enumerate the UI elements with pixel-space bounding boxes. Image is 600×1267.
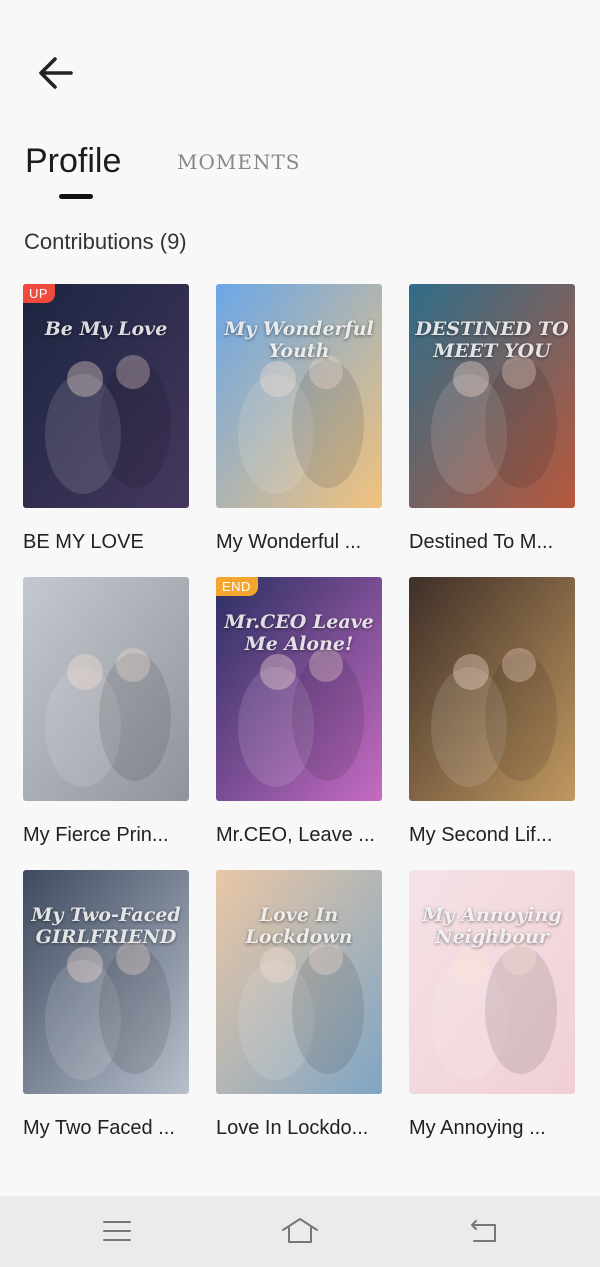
- cover-title-text: My Annoying Neighbour: [422, 904, 562, 948]
- cover-title-text: My Two-Faced GIRLFRIEND: [31, 904, 181, 948]
- active-tab-indicator: [59, 194, 93, 199]
- home-button[interactable]: [280, 1214, 320, 1248]
- book-title[interactable]: My Second Lif...: [409, 822, 577, 848]
- contributions-heading: Contributions (9): [24, 229, 187, 254]
- book-card[interactable]: Mr.CEO Leave Me Alone! END Mr.CEO, Leave .…: [216, 577, 384, 848]
- book-cover[interactable]: Love In Lockdown: [216, 870, 382, 1094]
- book-cover[interactable]: DESTINED TO MEET YOU: [409, 284, 575, 508]
- book-card[interactable]: My Wonderful Youth My Wonderful ...: [216, 284, 384, 555]
- book-card[interactable]: Love In Lockdown Love In Lockdo...: [216, 870, 384, 1141]
- book-card[interactable]: My Annoying Neighbour My Annoying ...: [409, 870, 577, 1141]
- book-title[interactable]: My Two Faced ...: [23, 1115, 191, 1141]
- book-cover[interactable]: My Annoying Neighbour: [409, 870, 575, 1094]
- book-cover[interactable]: [409, 577, 575, 801]
- cover-title-text: Be My Love: [44, 318, 168, 340]
- book-cover[interactable]: My Wonderful Youth: [216, 284, 382, 508]
- book-title[interactable]: My Fierce Prin...: [23, 822, 191, 848]
- back-button[interactable]: [30, 50, 80, 96]
- book-card[interactable]: My Two-Faced GIRLFRIEND My Two Faced ...: [23, 870, 191, 1141]
- book-title[interactable]: Love In Lockdo...: [216, 1115, 384, 1141]
- cover-title-text: Love In Lockdown: [245, 904, 353, 948]
- cover-art: [409, 577, 575, 801]
- profile-tabs: Profile MOMENTS: [25, 138, 585, 208]
- book-cover[interactable]: Be My Love UP: [23, 284, 189, 508]
- book-card[interactable]: My Fierce Prin...: [23, 577, 191, 848]
- home-icon: [282, 1218, 318, 1243]
- system-navbar: [0, 1196, 600, 1267]
- book-cover[interactable]: Mr.CEO Leave Me Alone! END: [216, 577, 382, 801]
- tab-profile[interactable]: Profile: [25, 142, 121, 181]
- tab-moments[interactable]: MOMENTS: [177, 150, 301, 174]
- book-card[interactable]: My Second Lif...: [409, 577, 577, 848]
- contributions-grid: Be My Love UP BE MY LOVE My Wonderful Youth…: [23, 284, 579, 1141]
- menu-icon: [103, 1221, 131, 1241]
- back-nav-button[interactable]: [463, 1214, 503, 1248]
- cover-title-text: My Wonderful Youth: [224, 318, 374, 362]
- book-title[interactable]: My Annoying ...: [409, 1115, 577, 1141]
- cover-art: [23, 577, 189, 801]
- menu-button[interactable]: [97, 1214, 137, 1248]
- book-cover[interactable]: [23, 577, 189, 801]
- status-badge: END: [216, 577, 258, 596]
- book-title[interactable]: My Wonderful ...: [216, 529, 384, 555]
- book-cover[interactable]: My Two-Faced GIRLFRIEND: [23, 870, 189, 1094]
- status-badge: UP: [23, 284, 56, 303]
- book-card[interactable]: Be My Love UP BE MY LOVE: [23, 284, 191, 555]
- book-title[interactable]: Destined To M...: [409, 529, 577, 555]
- book-title[interactable]: BE MY LOVE: [23, 529, 191, 555]
- book-title[interactable]: Mr.CEO, Leave ...: [216, 822, 384, 848]
- cover-title-text: DESTINED TO MEET YOU: [415, 318, 569, 362]
- arrow-left-icon: [39, 57, 73, 89]
- cover-title-text: Mr.CEO Leave Me Alone!: [224, 611, 374, 655]
- back-nav-icon: [471, 1220, 496, 1242]
- book-card[interactable]: DESTINED TO MEET YOU Destined To M...: [409, 284, 577, 555]
